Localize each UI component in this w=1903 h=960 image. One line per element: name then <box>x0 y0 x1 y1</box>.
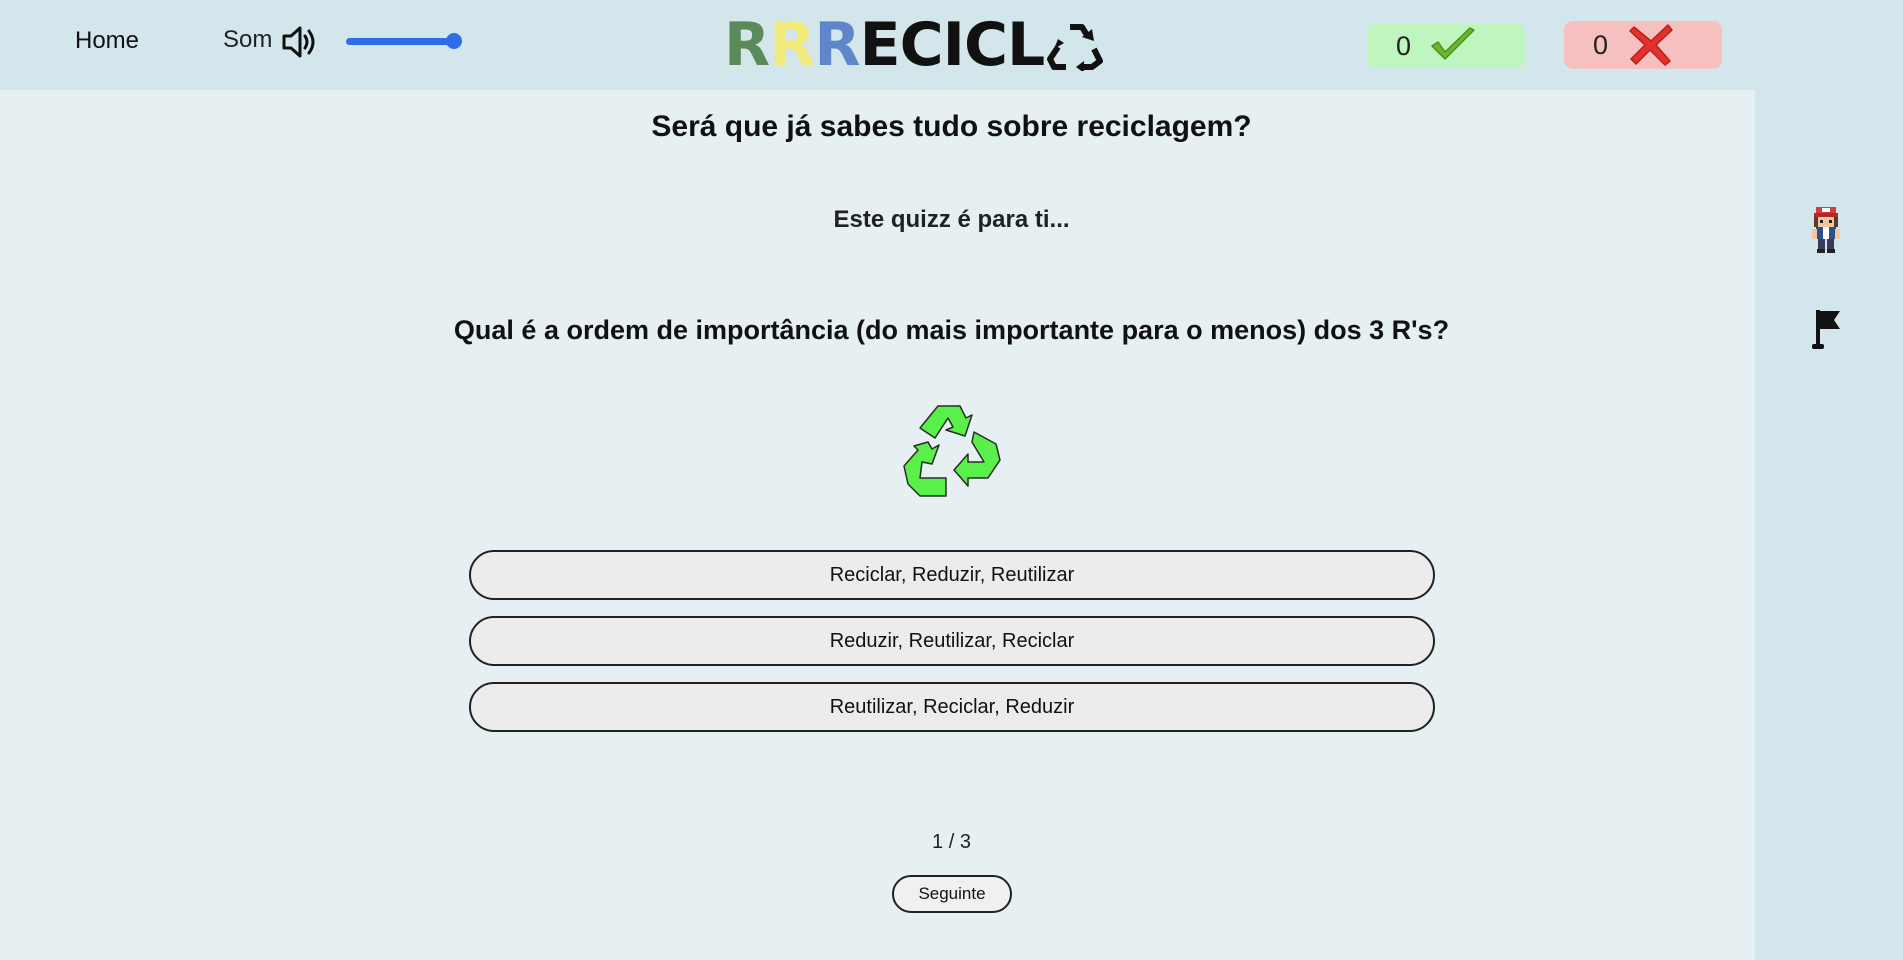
correct-count: 0 <box>1396 30 1412 61</box>
logo-letter: C <box>963 10 1008 80</box>
sound-label: Som <box>223 26 273 53</box>
quiz-panel: Será que já sabes tudo sobre reciclagem?… <box>0 90 1755 960</box>
logo-letter: R <box>814 10 860 80</box>
recycle-icon <box>1047 24 1104 71</box>
question-progress: 1 / 3 <box>932 831 971 853</box>
header-bar: Home Som RRRECICL 0 0 <box>0 0 1903 90</box>
question-text: Qual é a ordem de importância (do mais i… <box>453 315 1450 345</box>
volume-slider[interactable] <box>346 33 463 49</box>
answer-option-1[interactable]: Reciclar, Reduzir, Reutilizar <box>469 550 1435 600</box>
home-link[interactable]: Home <box>75 27 139 55</box>
flag-icon[interactable] <box>1810 308 1844 350</box>
logo-letter: R <box>769 10 815 80</box>
answer-option-2[interactable]: Reduzir, Reutilizar, Reciclar <box>469 616 1435 666</box>
recycle-icon <box>903 405 1001 497</box>
logo-letter: L <box>1007 10 1045 80</box>
speaker-icon[interactable] <box>280 22 320 62</box>
wrong-score-badge: 0 <box>1564 21 1722 69</box>
correct-score-badge: 0 <box>1367 24 1525 68</box>
logo: RRRECICL <box>724 13 1106 77</box>
cross-icon <box>1629 24 1673 66</box>
avatar <box>1812 207 1840 253</box>
answer-option-3[interactable]: Reutilizar, Reciclar, Reduzir <box>469 682 1435 732</box>
next-button[interactable]: Seguinte <box>892 875 1012 913</box>
logo-letter: I <box>942 10 965 80</box>
wrong-count: 0 <box>1593 29 1609 60</box>
quiz-title: Será que já sabes tudo sobre reciclagem? <box>651 110 1252 143</box>
quiz-subtitle: Este quizz é para ti... <box>833 206 1070 233</box>
volume-slider-thumb[interactable] <box>446 33 463 49</box>
check-icon <box>1431 27 1475 60</box>
logo-letter: C <box>899 10 944 80</box>
logo-letter: E <box>859 10 901 80</box>
logo-letter: R <box>724 10 770 80</box>
volume-slider-fill <box>346 38 455 45</box>
